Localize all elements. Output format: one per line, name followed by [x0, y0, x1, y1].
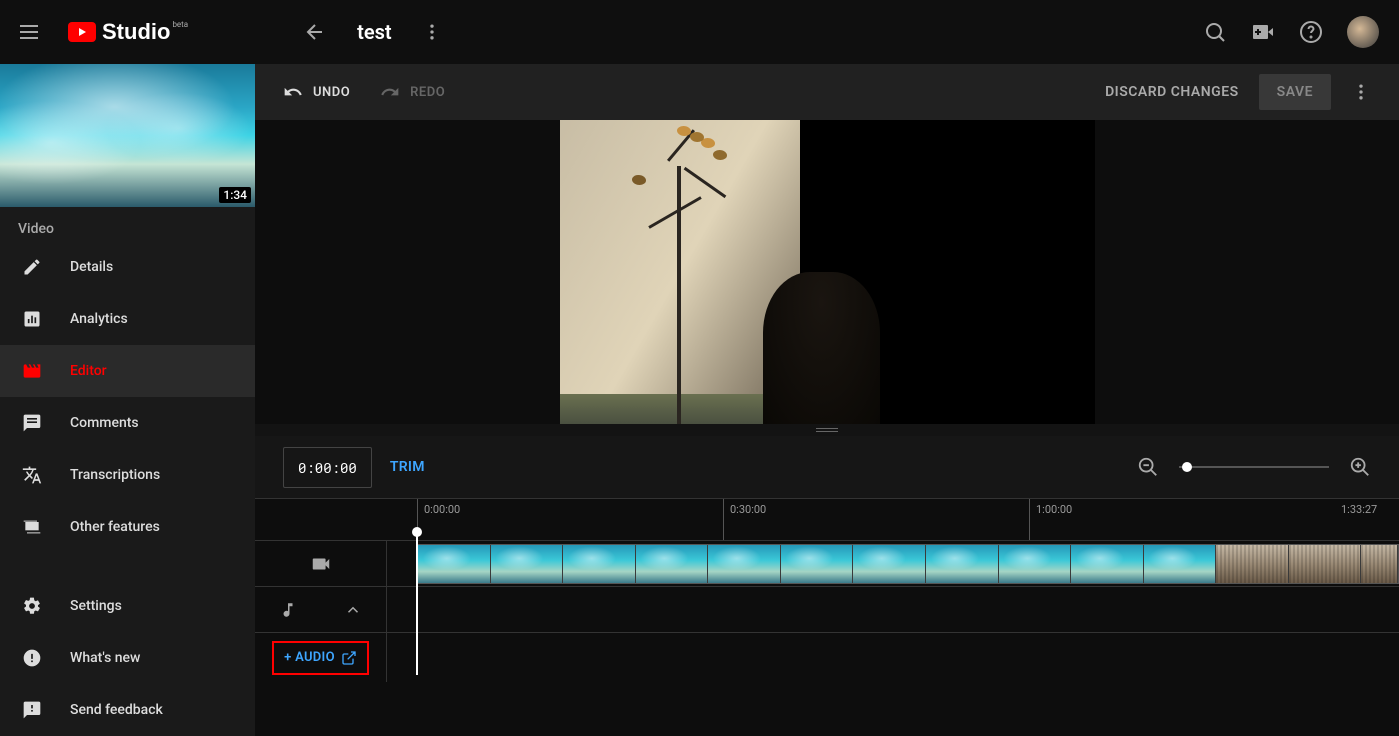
sidebar-item-other-features[interactable]: Other features	[0, 501, 255, 553]
logo-text: Studio	[102, 19, 170, 45]
video-track-icon[interactable]	[255, 541, 387, 586]
menu-button[interactable]	[20, 20, 44, 44]
sidebar-item-label: Details	[70, 259, 113, 275]
comments-icon	[20, 411, 44, 435]
sidebar-section-label: Video	[0, 207, 255, 241]
discard-button[interactable]: DISCARD CHANGES	[1105, 84, 1239, 100]
sidebar-item-whats-new[interactable]: What's new	[0, 632, 255, 684]
redo-label: REDO	[410, 85, 445, 100]
timeline-ruler[interactable]: 0:00:00 0:30:00 1:00:00 1:33:27	[255, 498, 1399, 540]
toolbar-options-button[interactable]	[1351, 82, 1371, 102]
sidebar-item-label: Transcriptions	[70, 467, 160, 483]
pencil-icon	[20, 255, 44, 279]
youtube-icon	[68, 22, 96, 42]
create-button[interactable]	[1251, 20, 1275, 44]
redo-button[interactable]: REDO	[380, 82, 445, 102]
zoom-slider[interactable]	[1179, 466, 1329, 468]
add-audio-row: + AUDIO	[255, 632, 1399, 682]
ruler-mark: 1:00:00	[1029, 499, 1072, 540]
back-button[interactable]	[303, 20, 327, 44]
timeline-tracks: + AUDIO	[255, 540, 1399, 682]
preview-resize-handle[interactable]	[255, 424, 1399, 436]
thumbnail-duration: 1:34	[219, 187, 251, 203]
search-button[interactable]	[1203, 20, 1227, 44]
account-avatar[interactable]	[1347, 16, 1379, 48]
video-preview[interactable]	[255, 120, 1399, 424]
zoom-out-button[interactable]	[1137, 456, 1159, 478]
layers-icon	[20, 515, 44, 539]
playhead-line	[416, 535, 418, 675]
help-button[interactable]	[1299, 20, 1323, 44]
sidebar-item-transcriptions[interactable]: Transcriptions	[0, 449, 255, 501]
ruler-mark: 0:30:00	[723, 499, 766, 540]
sidebar-item-label: Editor	[70, 363, 107, 379]
video-track	[255, 540, 1399, 586]
sidebar-item-comments[interactable]: Comments	[0, 397, 255, 449]
editor-toolbar: UNDO REDO DISCARD CHANGES SAVE	[255, 64, 1399, 120]
sidebar-item-label: Other features	[70, 519, 160, 535]
logo-beta: beta	[172, 20, 188, 29]
analytics-icon	[20, 307, 44, 331]
video-thumbnail[interactable]: 1:34	[0, 64, 255, 207]
gear-icon	[20, 594, 44, 618]
undo-button[interactable]: UNDO	[283, 82, 350, 102]
current-time-display[interactable]: 0:00:00	[283, 447, 372, 488]
add-audio-button[interactable]: + AUDIO	[272, 641, 369, 675]
timeline-controls: 0:00:00 TRIM	[255, 436, 1399, 498]
add-audio-label: + AUDIO	[284, 650, 335, 665]
save-button[interactable]: SAVE	[1259, 74, 1331, 110]
music-note-icon[interactable]	[279, 601, 297, 619]
video-options-button[interactable]	[422, 22, 442, 42]
trim-button[interactable]: TRIM	[390, 459, 425, 475]
editor-icon	[20, 359, 44, 383]
sidebar-item-label: Settings	[70, 598, 122, 614]
feedback-icon	[20, 698, 44, 722]
sidebar: 1:34 Video Details Analytics Editor Comm…	[0, 64, 255, 736]
sidebar-item-editor[interactable]: Editor	[0, 345, 255, 397]
sidebar-item-analytics[interactable]: Analytics	[0, 293, 255, 345]
sidebar-item-label: Comments	[70, 415, 139, 431]
studio-logo[interactable]: Studio beta	[68, 19, 188, 45]
audio-track	[255, 586, 1399, 632]
ruler-mark: 1:33:27	[1335, 499, 1377, 540]
announcement-icon	[20, 646, 44, 670]
sidebar-item-label: What's new	[70, 650, 140, 666]
ruler-mark: 0:00:00	[417, 499, 460, 540]
video-title: test	[357, 20, 391, 44]
zoom-in-button[interactable]	[1349, 456, 1371, 478]
undo-label: UNDO	[313, 85, 350, 100]
add-audio-content[interactable]	[387, 633, 1399, 682]
audio-track-content[interactable]	[387, 587, 1399, 632]
sidebar-item-feedback[interactable]: Send feedback	[0, 684, 255, 736]
translate-icon	[20, 463, 44, 487]
sidebar-item-label: Analytics	[70, 311, 128, 327]
sidebar-item-settings[interactable]: Settings	[0, 580, 255, 632]
main-editor: UNDO REDO DISCARD CHANGES SAVE	[255, 64, 1399, 736]
sidebar-item-label: Send feedback	[70, 702, 163, 718]
video-clip-strip[interactable]	[387, 541, 1399, 586]
sidebar-item-details[interactable]: Details	[0, 241, 255, 293]
app-header: Studio beta test	[0, 0, 1399, 64]
collapse-audio-button[interactable]	[344, 601, 362, 619]
